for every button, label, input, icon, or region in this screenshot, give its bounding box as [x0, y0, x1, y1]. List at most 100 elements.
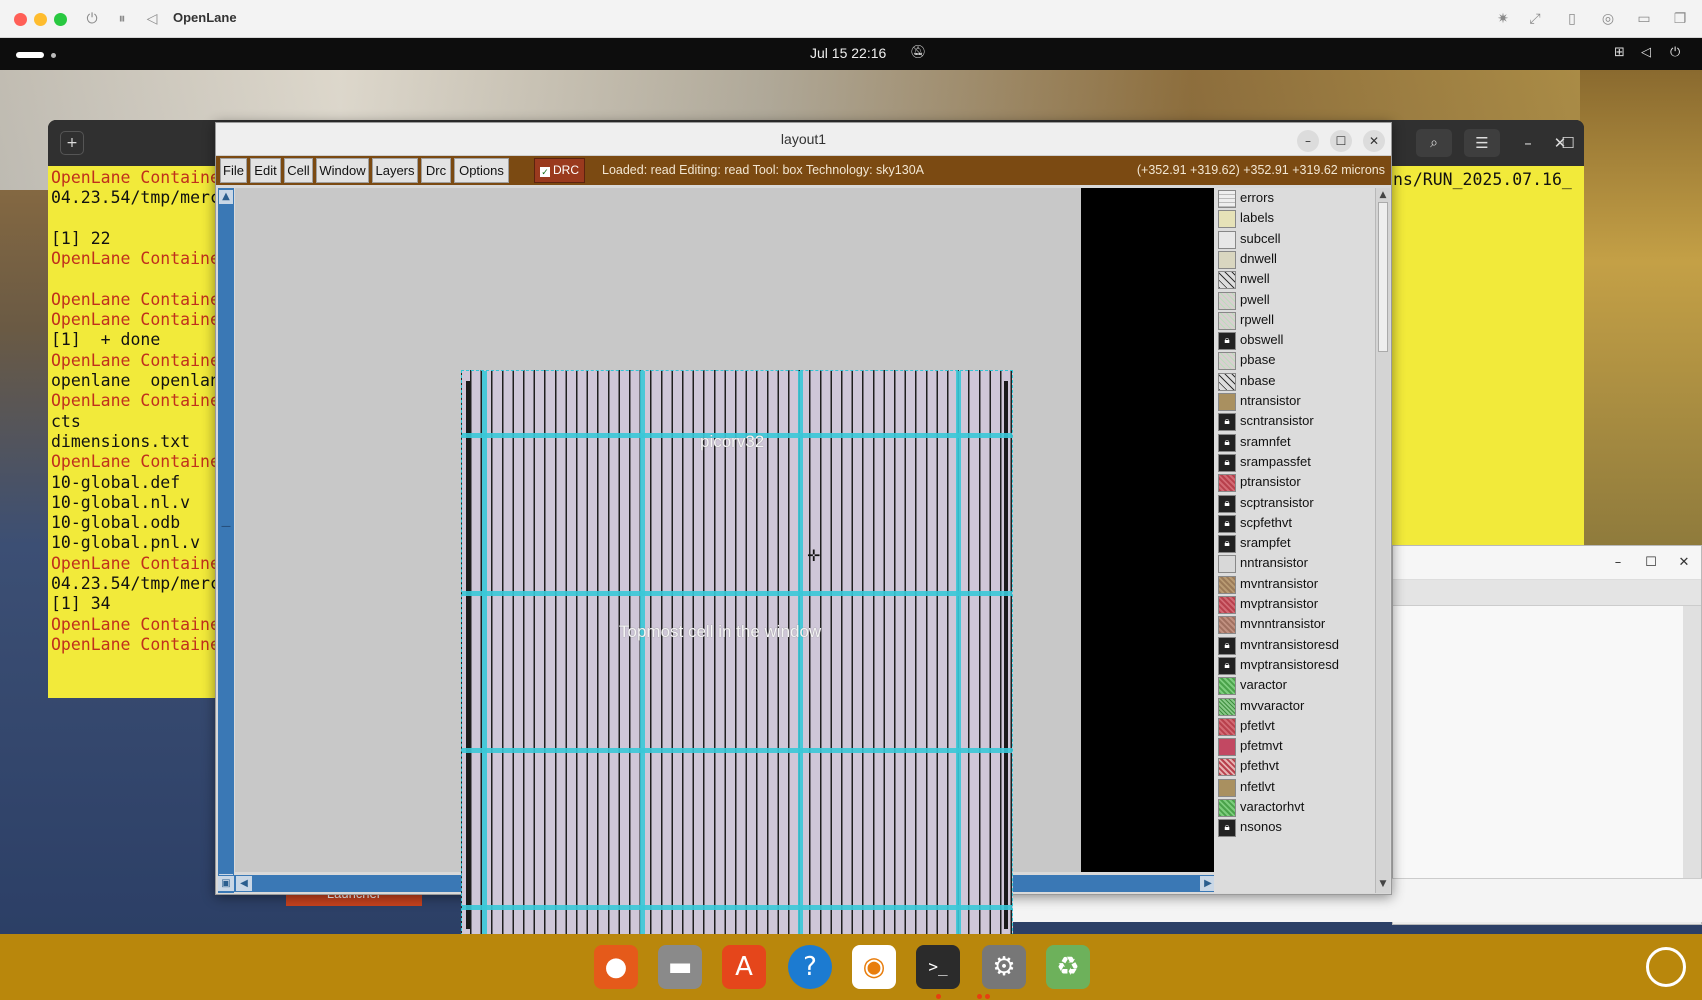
layout-canvas[interactable]: picorv32 Topmost cell in the window ✛ [235, 188, 1100, 936]
power-menu-icon[interactable]: ⏻ [1670, 45, 1680, 60]
layer-item-mvntransistoresd[interactable]: 🔒︎ mvntransistoresd [1214, 635, 1375, 657]
layer-item-scptransistor[interactable]: 🔒︎ scptransistor [1214, 493, 1375, 515]
hamburger-menu-icon[interactable]: ☰ [1464, 129, 1500, 157]
workspace-indicator[interactable] [16, 52, 44, 58]
minimize-window-button[interactable] [34, 13, 47, 26]
menu-edit[interactable]: Edit [250, 158, 281, 183]
files-icon[interactable]: ▬ [658, 945, 702, 989]
layer-item-varactorhvt[interactable]: varactorhvt [1214, 797, 1375, 819]
tkcon-console[interactable] [1393, 606, 1683, 911]
layer-item-nfetlvt[interactable]: nfetlvt [1214, 777, 1375, 799]
app-center-icon[interactable]: A [722, 945, 766, 989]
tkcon-scrollbar[interactable] [1683, 606, 1701, 911]
layer-name: ptransistor [1240, 474, 1301, 490]
layer-item-ntransistor[interactable]: ntransistor [1214, 391, 1375, 413]
layer-list-scrollbar[interactable]: ▲ ▼ [1375, 188, 1390, 893]
scroll-left-icon[interactable]: ◀ [236, 876, 252, 891]
layer-item-obswell[interactable]: 🔒︎ obswell [1214, 330, 1375, 352]
blender-icon[interactable]: ◉ [852, 945, 896, 989]
layer-item-pfetmvt[interactable]: pfetmvt [1214, 736, 1375, 758]
network-icon[interactable]: ⊞ [1614, 45, 1625, 60]
layer-item-srampassfet[interactable]: 🔒︎ srampassfet [1214, 452, 1375, 474]
layer-item-labels[interactable]: labels [1214, 208, 1375, 230]
search-icon[interactable]: ⌕ [1416, 129, 1452, 157]
menu-cell[interactable]: Cell [284, 158, 313, 183]
terminal-icon[interactable]: >_ [916, 945, 960, 989]
menu-window[interactable]: Window [316, 158, 369, 183]
firefox-icon[interactable]: ● [594, 945, 638, 989]
close-icon[interactable]: ✕ [1363, 130, 1385, 152]
menu-drc[interactable]: Drc [421, 158, 451, 183]
layer-item-nwell[interactable]: nwell [1214, 269, 1375, 291]
minimize-icon[interactable]: – [1608, 553, 1628, 573]
terminal-line: 04.23.54/tmp/merc [51, 188, 220, 208]
terminal-line: 04.23.54/tmp/merc [51, 574, 220, 593]
layer-item-scpfethvt[interactable]: 🔒︎ scpfethvt [1214, 513, 1375, 535]
layer-item-nntransistor[interactable]: nntransistor [1214, 553, 1375, 575]
layer-item-mvnntransistor[interactable]: mvnntransistor [1214, 614, 1375, 636]
cell-caption-label: Topmost cell in the window [619, 622, 822, 641]
minimize-icon[interactable]: – [1516, 132, 1540, 154]
drc-toggle[interactable]: ✓ DRC [534, 158, 585, 183]
layer-item-pbase[interactable]: pbase [1214, 350, 1375, 372]
layer-item-errors[interactable]: errors [1214, 188, 1375, 210]
scroll-up-icon[interactable]: ▲ [219, 190, 233, 204]
trash-icon[interactable]: ♻ [1046, 945, 1090, 989]
power-stripe-v [640, 371, 645, 935]
scroll-up-icon[interactable]: ▲ [1378, 189, 1388, 201]
fullscreen-icon[interactable]: ⤢ [1527, 11, 1543, 27]
cell-name-label: picorv32 [700, 432, 765, 451]
layer-swatch [1218, 778, 1236, 797]
layer-item-subcell[interactable]: subcell [1214, 229, 1375, 251]
layer-item-mvvaractor[interactable]: mvvaractor [1214, 696, 1375, 718]
brightness-icon[interactable]: ✷ [1495, 11, 1511, 27]
terminal-close-icon[interactable]: ✕ [1548, 132, 1572, 154]
close-window-button[interactable] [14, 13, 27, 26]
layer-item-pfetlvt[interactable]: pfetlvt [1214, 716, 1375, 738]
scroll-marker[interactable]: — [219, 520, 233, 534]
clock[interactable]: Jul 15 22:16 [810, 45, 886, 61]
folder-share-icon[interactable]: ▭ [1636, 11, 1652, 27]
close-icon[interactable]: ✕ [1674, 553, 1694, 573]
layer-item-scntransistor[interactable]: 🔒︎ scntransistor [1214, 411, 1375, 433]
layer-name: mvntransistoresd [1240, 636, 1339, 652]
maximize-window-button[interactable] [54, 13, 67, 26]
zoom-box-icon[interactable]: ▣ [218, 876, 234, 891]
picorv32-cell-layout[interactable] [461, 370, 1013, 936]
layer-item-sramnfet[interactable]: 🔒︎ sramnfet [1214, 432, 1375, 454]
help-icon[interactable]: ? [788, 945, 832, 989]
layer-name: scntransistor [1240, 413, 1314, 429]
vertical-scrollbar[interactable]: ▲ — ▼ [218, 188, 234, 893]
maximize-icon[interactable]: ☐ [1641, 553, 1661, 573]
menu-file[interactable]: File [220, 158, 247, 183]
layer-item-srampfet[interactable]: 🔒︎ srampfet [1214, 533, 1375, 555]
layer-item-pfethvt[interactable]: pfethvt [1214, 756, 1375, 778]
power-icon[interactable]: ⏻ [84, 11, 100, 27]
new-tab-button[interactable]: + [60, 131, 84, 155]
scroll-down-icon[interactable]: ▼ [1378, 878, 1388, 890]
layer-item-dnwell[interactable]: dnwell [1214, 249, 1375, 271]
layer-item-nbase[interactable]: nbase [1214, 371, 1375, 393]
layer-item-ptransistor[interactable]: ptransistor [1214, 472, 1375, 494]
show-apps-icon[interactable] [1646, 947, 1686, 987]
layer-item-pwell[interactable]: pwell [1214, 290, 1375, 312]
volume-muted-icon[interactable]: ◁ [1641, 45, 1651, 60]
layer-item-mvptransistor[interactable]: mvptransistor [1214, 594, 1375, 616]
layer-name: rpwell [1240, 311, 1274, 327]
scroll-thumb[interactable] [1378, 202, 1388, 352]
usb-icon[interactable]: ▯ [1564, 11, 1580, 27]
layer-item-rpwell[interactable]: rpwell [1214, 310, 1375, 332]
layer-item-mvptransistoresd[interactable]: 🔒︎ mvptransistoresd [1214, 655, 1375, 677]
windows-icon[interactable]: ❐ [1672, 11, 1688, 27]
menu-options[interactable]: Options [454, 158, 509, 183]
maximize-icon[interactable]: ☐ [1330, 130, 1352, 152]
layer-item-mvntransistor[interactable]: mvntransistor [1214, 574, 1375, 596]
back-icon[interactable]: ◁ [144, 11, 160, 27]
menu-layers[interactable]: Layers [372, 158, 418, 183]
minimize-icon[interactable]: – [1297, 130, 1319, 152]
settings-icon[interactable]: ⚙ [982, 945, 1026, 989]
layer-item-varactor[interactable]: varactor [1214, 675, 1375, 697]
pause-icon[interactable]: ⏸ [114, 11, 130, 27]
camera-icon[interactable]: ◎ [1600, 11, 1616, 27]
layer-item-nsonos[interactable]: 🔒︎ nsonos [1214, 817, 1375, 839]
